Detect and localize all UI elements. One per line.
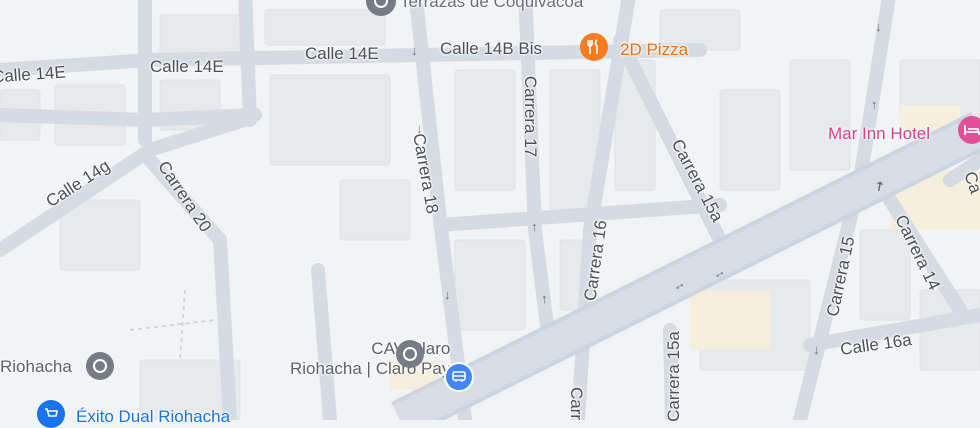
place-label-exito[interactable]: Éxito Dual Riohacha	[76, 407, 230, 427]
street-label: Carrera 17	[521, 75, 541, 158]
place-label-hotel[interactable]: Mar Inn Hotel	[828, 124, 930, 144]
pin-icon[interactable]	[86, 352, 114, 380]
fork-knife-icon[interactable]	[580, 33, 608, 61]
oneway-arrow-icon: ↑	[871, 97, 878, 112]
oneway-arrow-icon: ↑	[531, 219, 538, 234]
street-label: Calle 14E	[305, 44, 379, 63]
pin-icon[interactable]	[396, 340, 424, 368]
bed-icon[interactable]	[958, 116, 980, 144]
street-label: Carrera 15a	[663, 331, 683, 422]
oneway-arrow-icon: ↓	[813, 342, 820, 357]
oneway-arrow-icon: ↓	[411, 43, 418, 58]
place-label-terrazas[interactable]: Terrazas de Coquivacoa	[400, 0, 583, 12]
oneway-arrow-icon: ↓	[444, 287, 451, 302]
street-label: Carr	[567, 386, 587, 421]
street-label: Calle 14B Bis	[440, 39, 543, 58]
oneway-arrow-icon: ↓	[875, 19, 882, 34]
place-label-cav-claro[interactable]: CAV Claro Riohacha | Claro Pay	[290, 339, 450, 378]
map-canvas[interactable]	[0, 0, 980, 420]
shopping-cart-icon[interactable]	[37, 400, 65, 428]
cav-claro-line2: Riohacha | Claro Pay	[290, 358, 451, 378]
bus-icon[interactable]	[444, 362, 474, 392]
street-label: Calle 14E	[150, 57, 224, 76]
cav-claro-line1: CAV Claro	[371, 339, 451, 358]
oneway-arrow-icon: ↑	[541, 291, 548, 306]
place-label-riohacha[interactable]: Riohacha	[0, 357, 72, 377]
place-label-pizza[interactable]: 2D Pizza	[620, 40, 688, 60]
